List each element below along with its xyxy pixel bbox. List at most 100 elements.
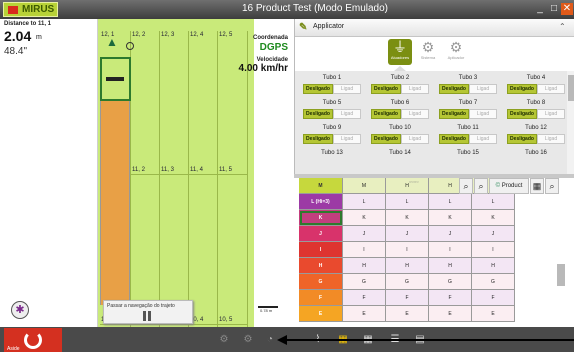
- table-cell[interactable]: I: [343, 242, 386, 258]
- distance-value: 2.04: [4, 28, 32, 44]
- maximize-button[interactable]: □: [548, 3, 560, 15]
- table-cell[interactable]: I: [299, 242, 343, 258]
- map-cell-label: 10, 5: [219, 317, 233, 323]
- table-cell[interactable]: G: [343, 274, 386, 290]
- map-cell: [218, 175, 248, 325]
- pause-icon[interactable]: [142, 311, 152, 321]
- tube-off-button[interactable]: Desligado: [371, 84, 401, 94]
- tube-on-button[interactable]: Ligad: [537, 109, 565, 119]
- table-cell[interactable]: G: [472, 274, 515, 290]
- tube-on-button[interactable]: Ligad: [401, 84, 429, 94]
- table-cell[interactable]: J: [472, 226, 515, 242]
- table-cell[interactable]: J: [429, 226, 472, 242]
- tube-off-button[interactable]: Desligado: [439, 84, 469, 94]
- table-cell[interactable]: M: [343, 178, 386, 194]
- zoom-in-icon[interactable]: ⌕: [474, 178, 488, 194]
- table-cell[interactable]: H: [429, 258, 472, 274]
- table-cell[interactable]: H: [343, 258, 386, 274]
- table-scrollbar[interactable]: [557, 264, 565, 286]
- home-icon: [8, 6, 18, 14]
- tube-on-button[interactable]: Ligad: [401, 134, 429, 144]
- table-cell[interactable]: G: [386, 274, 429, 290]
- close-button[interactable]: ✕: [561, 3, 573, 15]
- tube-off-button[interactable]: Desligado: [507, 134, 537, 144]
- mode-tab-1[interactable]: ⚙ Sistema: [416, 39, 440, 65]
- table-cell[interactable]: J: [343, 226, 386, 242]
- tube-on-button[interactable]: Ligad: [333, 84, 361, 94]
- tube-off-button[interactable]: Desligado: [439, 134, 469, 144]
- compass-icon[interactable]: ✱: [11, 301, 29, 319]
- tube-off-button[interactable]: Desligado: [371, 134, 401, 144]
- clock-icon[interactable]: ◔: [262, 333, 278, 347]
- tube-on-button[interactable]: Ligad: [469, 109, 497, 119]
- table-cell[interactable]: H: [386, 258, 429, 274]
- table-cell[interactable]: E: [429, 306, 472, 322]
- table-cell[interactable]: K: [429, 210, 472, 226]
- table-cell[interactable]: K: [386, 210, 429, 226]
- table-cell[interactable]: F: [299, 290, 343, 306]
- tube-name: Tubo 12: [525, 125, 547, 131]
- table-cell[interactable]: J: [386, 226, 429, 242]
- grid-view-icon[interactable]: ▦: [530, 178, 544, 194]
- table-cell[interactable]: I: [386, 242, 429, 258]
- tube-off-button[interactable]: Desligado: [303, 134, 333, 144]
- table-cell[interactable]: E: [343, 306, 386, 322]
- table-resize-handle[interactable]: ○○○○: [409, 179, 419, 184]
- tube-control: Tubo 12 Desligado Ligad: [505, 125, 567, 151]
- zoom-out-icon[interactable]: ⌕: [459, 178, 473, 194]
- tube-on-button[interactable]: Ligad: [469, 134, 497, 144]
- tube-on-button[interactable]: Ligad: [401, 109, 429, 119]
- table-cell[interactable]: E: [299, 306, 343, 322]
- table-cell[interactable]: F: [386, 290, 429, 306]
- table-cell[interactable]: H: [299, 258, 343, 274]
- table-cell[interactable]: F: [472, 290, 515, 306]
- table-cell[interactable]: G: [299, 274, 343, 290]
- table-cell[interactable]: J: [299, 226, 343, 242]
- tube-list-scrollbar[interactable]: [567, 71, 574, 174]
- table-cell[interactable]: L: [472, 194, 515, 210]
- annotation-arrow-line: [285, 339, 574, 341]
- implement-bar: [106, 77, 124, 81]
- tube-off-button[interactable]: Desligado: [303, 109, 333, 119]
- tube-off-button[interactable]: Desligado: [507, 109, 537, 119]
- tube-on-button[interactable]: Ligad: [469, 84, 497, 94]
- table-cell[interactable]: H: [386, 178, 429, 194]
- table-cell[interactable]: F: [429, 290, 472, 306]
- home-button[interactable]: Aside: [4, 328, 62, 352]
- mode-tab-2[interactable]: ⚙ Aplicador: [444, 39, 468, 65]
- table-cell[interactable]: L: [429, 194, 472, 210]
- table-cell[interactable]: I: [472, 242, 515, 258]
- tube-on-button[interactable]: Ligad: [537, 134, 565, 144]
- table-cell[interactable]: I: [429, 242, 472, 258]
- scrollbar-thumb[interactable]: [568, 75, 574, 101]
- tube-off-button[interactable]: Desligado: [439, 109, 469, 119]
- tube-on-button[interactable]: Ligad: [333, 134, 361, 144]
- gear-icon[interactable]: ⚙: [240, 333, 256, 347]
- tube-on-button[interactable]: Ligad: [537, 84, 565, 94]
- mode-tab-0[interactable]: ⏚ Atuadores: [388, 39, 412, 65]
- table-cell[interactable]: L: [343, 194, 386, 210]
- table-cell[interactable]: H: [472, 258, 515, 274]
- table-cell[interactable]: L: [386, 194, 429, 210]
- table-cell[interactable]: K: [299, 210, 343, 226]
- table-cell[interactable]: G: [429, 274, 472, 290]
- chevron-up-icon[interactable]: ⌃: [559, 22, 566, 31]
- table-cell[interactable]: E: [472, 306, 515, 322]
- tube-off-button[interactable]: Desligado: [303, 84, 333, 94]
- applicator-header[interactable]: ✎ Applicator ⌃: [295, 19, 574, 37]
- mirus-logo[interactable]: MIRUS: [3, 2, 58, 17]
- table-cell[interactable]: F: [343, 290, 386, 306]
- table-cell[interactable]: E: [386, 306, 429, 322]
- tube-off-button[interactable]: Desligado: [507, 84, 537, 94]
- table-cell[interactable]: K: [343, 210, 386, 226]
- table-cell[interactable]: M: [299, 178, 343, 194]
- search-icon[interactable]: ⌕: [545, 178, 559, 194]
- minimize-button[interactable]: _: [534, 3, 546, 15]
- gears-icon[interactable]: ⚙: [216, 333, 232, 347]
- table-cell[interactable]: L (Hi=3): [299, 194, 343, 210]
- navigation-tooltip[interactable]: Passar a navegação do trajeto: [103, 300, 193, 324]
- product-button[interactable]: © Product: [489, 178, 529, 194]
- tube-on-button[interactable]: Ligad: [333, 109, 361, 119]
- table-cell[interactable]: K: [472, 210, 515, 226]
- tube-off-button[interactable]: Desligado: [371, 109, 401, 119]
